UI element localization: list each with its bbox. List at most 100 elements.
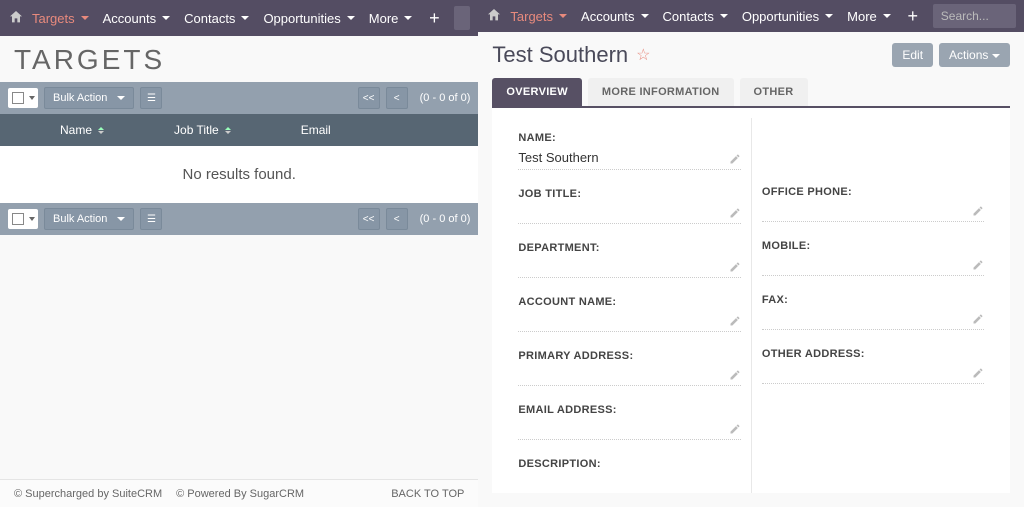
caret-down-icon [825,14,833,18]
nav-contacts[interactable]: Contacts [657,9,734,24]
nav-accounts[interactable]: Accounts [575,9,654,24]
nav-accounts[interactable]: Accounts [97,11,176,26]
quick-create-icon[interactable]: + [424,8,444,28]
nav-more[interactable]: More [841,9,897,24]
pencil-icon[interactable] [972,367,984,382]
select-all-checkbox[interactable] [8,209,38,229]
select-all-checkbox[interactable] [8,88,38,108]
no-results-text: No results found. [0,146,478,203]
favorite-star-icon[interactable]: ☆ [636,45,650,65]
edit-button[interactable]: Edit [892,43,933,67]
field-primary-address: PRIMARY ADDRESS: [518,350,741,386]
global-search [454,6,470,30]
bulk-action-dropdown[interactable]: Bulk Action [44,208,134,230]
pencil-icon[interactable] [729,261,741,276]
list-toolbar-bottom: Bulk Action ☰ << < (0 - 0 of 0) [0,203,478,235]
tab-more-information[interactable]: MORE INFORMATION [588,78,734,106]
pencil-icon[interactable] [729,315,741,330]
pencil-icon[interactable] [729,153,741,168]
columns-icon[interactable]: ☰ [140,208,162,230]
caret-down-icon [81,16,89,20]
nav-targets[interactable]: Targets [504,9,573,24]
field-label: OTHER ADDRESS: [762,348,985,360]
pencil-icon[interactable] [972,313,984,328]
nav-opportunities[interactable]: Opportunities [257,11,360,26]
field-value[interactable] [518,206,741,224]
field-label: OFFICE PHONE: [762,186,985,198]
topnav-right: Targets Accounts Contacts Opportunities … [478,0,1024,32]
overview-panel: NAME: Test Southern JOB TITLE: DEPARTMEN… [492,106,1010,493]
footer: © Supercharged by SuiteCRM © Powered By … [0,479,478,507]
field-value[interactable]: Test Southern [518,150,741,170]
field-value[interactable] [762,258,985,276]
field-value[interactable] [762,312,985,330]
nav-label: Contacts [663,9,714,24]
pager-prev[interactable]: < [386,208,408,230]
nav-opportunities[interactable]: Opportunities [736,9,839,24]
home-icon[interactable] [486,7,502,26]
back-to-top-link[interactable]: BACK TO TOP [391,488,464,500]
caret-down-icon [720,14,728,18]
pager-prev[interactable]: < [386,87,408,109]
global-search [933,4,1017,28]
field-name: NAME: Test Southern [518,132,741,170]
field-value[interactable] [518,368,741,386]
columns-icon[interactable]: ☰ [140,87,162,109]
bulk-action-dropdown[interactable]: Bulk Action [44,87,134,109]
pencil-icon[interactable] [972,259,984,274]
pencil-icon[interactable] [729,207,741,222]
pager-first[interactable]: << [358,87,380,109]
caret-down-icon [347,16,355,20]
record-title: Test Southern [492,42,628,68]
field-value[interactable] [762,204,985,222]
tab-overview[interactable]: OVERVIEW [492,78,582,106]
field-label: DESCRIPTION: [518,458,741,470]
table-header: Name Job Title Email [0,114,478,146]
nav-contacts[interactable]: Contacts [178,11,255,26]
nav-label: Accounts [581,9,634,24]
nav-more[interactable]: More [363,11,419,26]
field-label: PRIMARY ADDRESS: [518,350,741,362]
footer-sugarcrm: © Powered By SugarCRM [176,488,304,500]
pencil-icon[interactable] [729,369,741,384]
nav-label: Contacts [184,11,235,26]
nav-label: Accounts [103,11,156,26]
field-office-phone: OFFICE PHONE: [762,186,985,222]
field-value[interactable] [518,314,741,332]
search-input[interactable] [454,6,470,30]
actions-dropdown[interactable]: Actions [939,43,1010,67]
home-icon[interactable] [8,9,24,28]
col-email[interactable]: Email [301,123,331,137]
page-info: (0 - 0 of 0) [420,92,471,104]
col-label: Email [301,123,331,137]
field-account-name: ACCOUNT NAME: [518,296,741,332]
col-label: Job Title [174,123,219,137]
field-value[interactable] [518,422,741,440]
caret-down-icon [883,14,891,18]
col-job-title[interactable]: Job Title [174,123,231,137]
field-label: FAX: [762,294,985,306]
field-value[interactable] [518,476,741,493]
search-input[interactable] [933,4,1017,28]
field-department: DEPARTMENT: [518,242,741,278]
field-label: NAME: [518,132,741,144]
field-description: DESCRIPTION: [518,458,741,493]
nav-label: Opportunities [742,9,819,24]
quick-create-icon[interactable]: + [903,6,923,26]
field-value[interactable] [762,366,985,384]
field-job-title: JOB TITLE: [518,188,741,224]
field-value[interactable] [518,260,741,278]
tab-other[interactable]: OTHER [740,78,808,106]
col-name[interactable]: Name [60,123,104,137]
nav-targets[interactable]: Targets [26,11,95,26]
pager-first[interactable]: << [358,208,380,230]
nav-label: Targets [510,9,553,24]
nav-label: More [369,11,399,26]
pencil-icon[interactable] [729,423,741,438]
caret-down-icon [641,14,649,18]
pencil-icon[interactable] [972,205,984,220]
col-label: Name [60,123,92,137]
detail-header: Test Southern ☆ Edit Actions [478,32,1024,72]
field-label: ACCOUNT NAME: [518,296,741,308]
caret-down-icon [162,16,170,20]
